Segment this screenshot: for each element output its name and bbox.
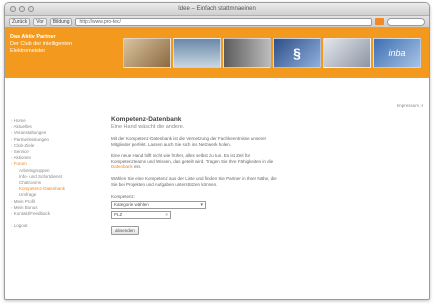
kompetenz-label: Kompetenz: [111,194,136,200]
plz-input[interactable]: PLZ × [111,211,171,220]
rss-icon[interactable] [375,18,384,25]
brand-line-2: Der Club der intelligenten [10,41,73,47]
forward-button[interactable]: Vor [33,17,47,26]
info-text-start: Eine neue Hand hilft nicht wie früher, a… [111,153,274,164]
banner-photo [123,38,171,68]
search-input[interactable] [387,17,425,26]
intro-paragraph: Mit der Kompetenz-Datenbank ist die Vern… [111,136,267,147]
database-link[interactable]: Datenbank [111,164,133,169]
banner-photo-strip: § inba [123,38,421,68]
browser-window: Idee – Einfach stattmnaeinen Zurück Vor … [4,2,430,300]
back-button[interactable]: Zurück [9,17,31,26]
banner-photo [323,38,371,68]
info-text-end: ein. [132,164,142,170]
page-content: Impressum ›I Home Aktuelles Veranstaltun… [5,78,429,288]
info-paragraph: Eine neue Hand hilft nicht wie früher, a… [111,153,283,170]
site-brand[interactable]: Das Aktiv Partner Der Club der intellige… [5,28,123,78]
sidebar-item-logout[interactable]: Logout [11,223,89,229]
impressum-link[interactable]: Impressum ›I [397,103,423,108]
banner-photo-paragraph: § [273,38,321,68]
address-bar[interactable]: http://www.pro-tec/ [75,17,372,26]
title-bar: Idee – Einfach stattmnaeinen [5,3,429,16]
browser-toolbar: Zurück Vor Bildung http://www.pro-tec/ [5,16,429,28]
sidebar-nav: Home Aktuelles Veranstaltungen Partnerle… [11,118,89,229]
site-banner: Das Aktiv Partner Der Club der intellige… [5,28,429,78]
banner-photo-logo: inba [373,38,421,68]
banner-photo [223,38,271,68]
instructions-paragraph: Wählen Sie eine Kompetenz aus der Liste … [111,175,277,187]
brand-line-1: Das Aktiv Partner [10,34,56,40]
plz-input-value: PLZ [114,212,123,218]
bookmarks-button[interactable]: Bildung [49,17,73,26]
chevron-down-icon: ▾ [200,202,203,209]
clear-icon[interactable]: × [165,212,168,218]
submit-button[interactable]: absenden [111,226,139,236]
page-title: Kompetenz-Datenbank [111,116,182,123]
kompetenz-select[interactable]: Kategorie wählen ▾ [111,201,206,210]
banner-photo [173,38,221,68]
brand-line-3: Elektromeister [10,48,46,54]
kompetenz-select-value: Kategorie wählen [114,202,149,208]
main-content: Kompetenz-Datenbank Eine Hand wäscht die… [111,116,321,237]
page-subtitle: Eine Hand wäscht die andere. [111,124,185,130]
plz-row: PLZ × [111,211,321,220]
window-title: Idee – Einfach stattmnaeinen [178,6,256,12]
